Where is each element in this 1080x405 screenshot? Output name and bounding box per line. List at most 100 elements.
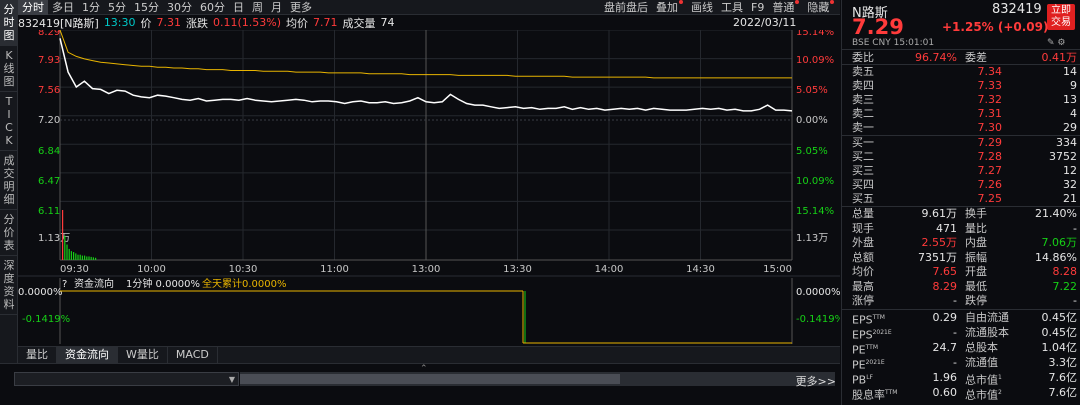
sub-help-icon[interactable]: ? <box>62 279 67 290</box>
bid-row: 买一 7.29 334 <box>852 136 1077 149</box>
toolbar-right-label-1: 叠加 <box>656 1 678 14</box>
sub-y-right-tick: -0.1419% <box>796 314 840 325</box>
ask-row: 卖二 7.31 4 <box>852 107 1077 120</box>
period-tab-4[interactable]: 15分 <box>130 0 163 15</box>
order-ratio-row: 委比 96.74% 委差 0.41万 <box>852 51 1077 64</box>
indicator-tab-1[interactable]: 资金流向 <box>57 347 118 363</box>
bid-volume: 21 <box>1063 192 1077 205</box>
period-tab-9[interactable]: 月 <box>267 0 286 15</box>
x-tick-label: 13:00 <box>412 264 441 275</box>
y-right-tick: 15.14% <box>796 206 834 217</box>
fin-label-sup: LF <box>866 374 873 381</box>
period-tab-8[interactable]: 周 <box>248 0 267 15</box>
toolbar-right-label-6: 隐藏 <box>807 1 830 14</box>
fin-label-sup: 2 <box>998 389 1002 396</box>
y-left-tick: 7.20 <box>38 115 60 126</box>
sub-cum-label: 全天累计 <box>202 277 242 290</box>
period-tab-1[interactable]: 多日 <box>48 0 78 15</box>
toolbar-right-item-2[interactable]: 画线 <box>687 0 717 15</box>
leftnav-item-0[interactable]: 分时图 <box>0 0 18 46</box>
chart-info-line: 832419[N路斯] 13:30 价 7.31 涨跌 0.11(1.53%) … <box>18 15 840 30</box>
volume-label: 成交量 <box>342 16 376 30</box>
toolbar-right-label-3: 工具 <box>721 1 743 14</box>
leftnav-item-1[interactable]: K线图 <box>0 46 18 92</box>
volume-bar <box>79 254 81 260</box>
y-left-tick: 7.56 <box>38 85 60 96</box>
leftnav-item-4[interactable]: 分价表 <box>0 210 18 256</box>
bid-price: 7.29 <box>977 136 1003 149</box>
period-tab-3[interactable]: 5分 <box>104 0 130 15</box>
period-tab-5[interactable]: 30分 <box>163 0 196 15</box>
fin-value: 0.60 <box>932 386 958 399</box>
volume-bar <box>84 255 86 260</box>
toolbar-right-item-1[interactable]: 叠加 <box>652 0 687 15</box>
toolbar-right-item-0[interactable]: 盘前盘后 <box>600 0 652 15</box>
indicator-select[interactable]: ▼ <box>14 372 239 386</box>
stat-label: 最高 <box>852 279 874 293</box>
ask-label: 卖四 <box>852 79 874 92</box>
fin-label: EPS2021E <box>852 326 892 342</box>
fin-value: 24.7 <box>932 341 958 354</box>
cursor-volume: 74 <box>380 16 395 29</box>
bid-row: 买五 7.25 21 <box>852 192 1077 205</box>
fin-value: - <box>953 356 957 369</box>
bid-label: 买五 <box>852 192 874 205</box>
volume-bar <box>88 256 90 260</box>
y-right-tick: 10.09% <box>796 55 834 66</box>
market-meta: BSE CNY 15:01:01 <box>852 38 935 48</box>
indicator-tab-0[interactable]: 量比 <box>18 347 57 363</box>
period-tab-6[interactable]: 60分 <box>196 0 229 15</box>
leftnav-item-3[interactable]: 成交明细 <box>0 151 18 210</box>
stat-value: 21.40% <box>1035 207 1077 220</box>
bid-label: 买二 <box>852 150 874 163</box>
toolbar-right-item-4[interactable]: F9 <box>747 0 768 15</box>
y-right-tick: 5.05% <box>796 85 828 96</box>
horizontal-scrollbar[interactable] <box>240 372 835 386</box>
y-left-tick: 6.11 <box>38 206 60 217</box>
toolbar-right-item-6[interactable]: 隐藏 <box>803 0 838 15</box>
sub-y-left-tick: -0.1419% <box>22 314 70 325</box>
bid-label: 买三 <box>852 164 874 177</box>
toolbar-right-item-5[interactable]: 普通 <box>768 0 803 15</box>
scroll-thumb[interactable] <box>240 374 620 384</box>
fin-label: 股息率TTM <box>852 386 897 402</box>
more-link[interactable]: 更多>> <box>796 373 836 389</box>
ask-label: 卖一 <box>852 121 874 134</box>
indicator-tab-3[interactable]: MACD <box>168 347 218 363</box>
toolbar-right-item-3[interactable]: 工具 <box>717 0 747 15</box>
fin-label-sup: 2021E <box>865 359 885 366</box>
buy-button[interactable]: 立即交易 <box>1047 4 1075 30</box>
edit-icon[interactable]: ✎ ⚙ <box>1047 38 1065 48</box>
ask-price: 7.32 <box>977 93 1003 106</box>
volume-bar <box>64 235 66 260</box>
period-tab-2[interactable]: 1分 <box>78 0 104 15</box>
period-tab-0[interactable]: 分时 <box>18 0 48 15</box>
fin-label: PETTM <box>852 341 878 357</box>
weicha-label: 委差 <box>965 51 987 64</box>
fin-label-text: 流通股本 <box>965 326 1009 339</box>
ask-volume: 29 <box>1063 121 1077 134</box>
toolbar-right-label-4: F9 <box>751 1 765 14</box>
fin-label-text: 总市值 <box>965 373 998 387</box>
stat-row: 总额 7351万 振幅 14.86% <box>852 251 1077 264</box>
x-tick-label: 14:00 <box>595 264 624 275</box>
period-tab-10[interactable]: 更多 <box>286 0 316 15</box>
leftnav-item-2[interactable]: TICK <box>0 92 18 151</box>
ask-volume: 14 <box>1063 65 1077 78</box>
sub-params: 1分钟 0.0000% <box>126 277 200 290</box>
period-tab-7[interactable]: 日 <box>229 0 248 15</box>
price-label: 价 <box>140 16 152 30</box>
ask-volume: 9 <box>1070 79 1077 92</box>
fin-label-text: 流通值 <box>965 356 998 369</box>
sub-cum-value: 0.0000% <box>242 279 287 290</box>
fin-value: 1.96 <box>932 371 958 384</box>
stat-label: 振幅 <box>965 250 987 264</box>
leftnav-item-5[interactable]: 深度资料 <box>0 256 18 315</box>
y-left-tick: 8.29 <box>38 30 60 38</box>
fin-label-text: EPS <box>852 328 873 342</box>
y-right-tick: 5.05% <box>796 146 828 157</box>
intraday-chart[interactable]: 09:30 10:00 10:30 11:00 13:00 13:30 14:00 14:30… <box>18 30 840 346</box>
fin-value: 0.45亿 <box>1041 311 1078 324</box>
indicator-tab-2[interactable]: W量比 <box>118 347 168 363</box>
change-label: 涨跌 <box>186 16 209 30</box>
